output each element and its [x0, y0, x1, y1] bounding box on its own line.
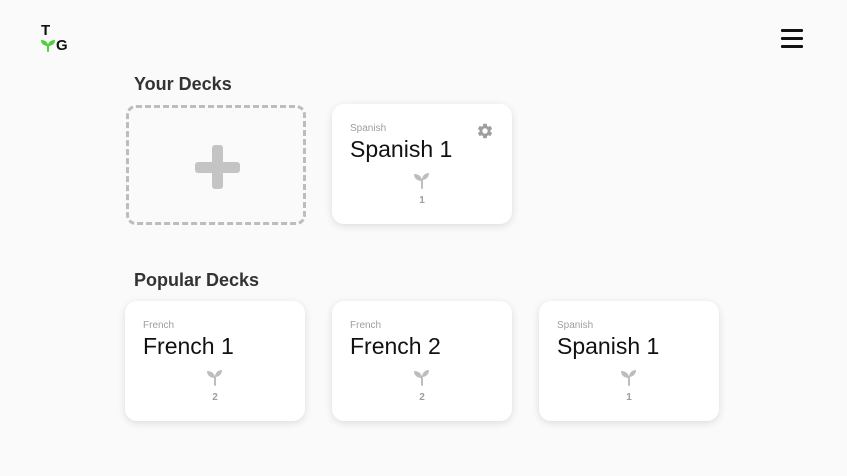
deck-name: French 1 [143, 333, 234, 359]
gear-icon[interactable] [476, 122, 494, 140]
leaf-icon [41, 40, 55, 52]
sprout-icon [621, 370, 636, 386]
deck-name: Spanish 1 [350, 136, 453, 162]
add-deck-button[interactable] [126, 105, 306, 225]
logo-letter-g: G [56, 37, 68, 54]
deck-language: Spanish [350, 123, 387, 134]
deck-name: French 2 [350, 333, 441, 359]
popular-decks-title: Popular Decks [134, 270, 260, 290]
deck-count: 2 [212, 392, 218, 403]
deck-count: 1 [419, 195, 425, 206]
your-decks-title: Your Decks [134, 74, 232, 94]
deck-card[interactable]: French French 1 2 [125, 301, 305, 421]
logo[interactable]: T G [39, 22, 73, 54]
sprout-icon [414, 173, 429, 189]
menu-bar [781, 37, 803, 40]
logo-letter-t: T [41, 22, 51, 39]
deck-name: Spanish 1 [557, 333, 660, 359]
deck-count: 1 [626, 392, 632, 403]
deck-card[interactable]: Spanish Spanish 1 1 [332, 104, 512, 224]
plus-icon-bar [195, 162, 240, 173]
hamburger-menu-icon[interactable] [778, 26, 806, 50]
deck-card[interactable]: Spanish Spanish 1 1 [539, 301, 719, 421]
deck-language: Spanish [557, 320, 594, 331]
deck-count: 2 [419, 392, 425, 403]
deck-language: French [143, 320, 175, 331]
menu-bar [781, 29, 803, 32]
menu-bar [781, 45, 803, 48]
deck-language: French [350, 320, 382, 331]
deck-card[interactable]: French French 2 2 [332, 301, 512, 421]
sprout-icon [207, 370, 222, 386]
sprout-icon [414, 370, 429, 386]
